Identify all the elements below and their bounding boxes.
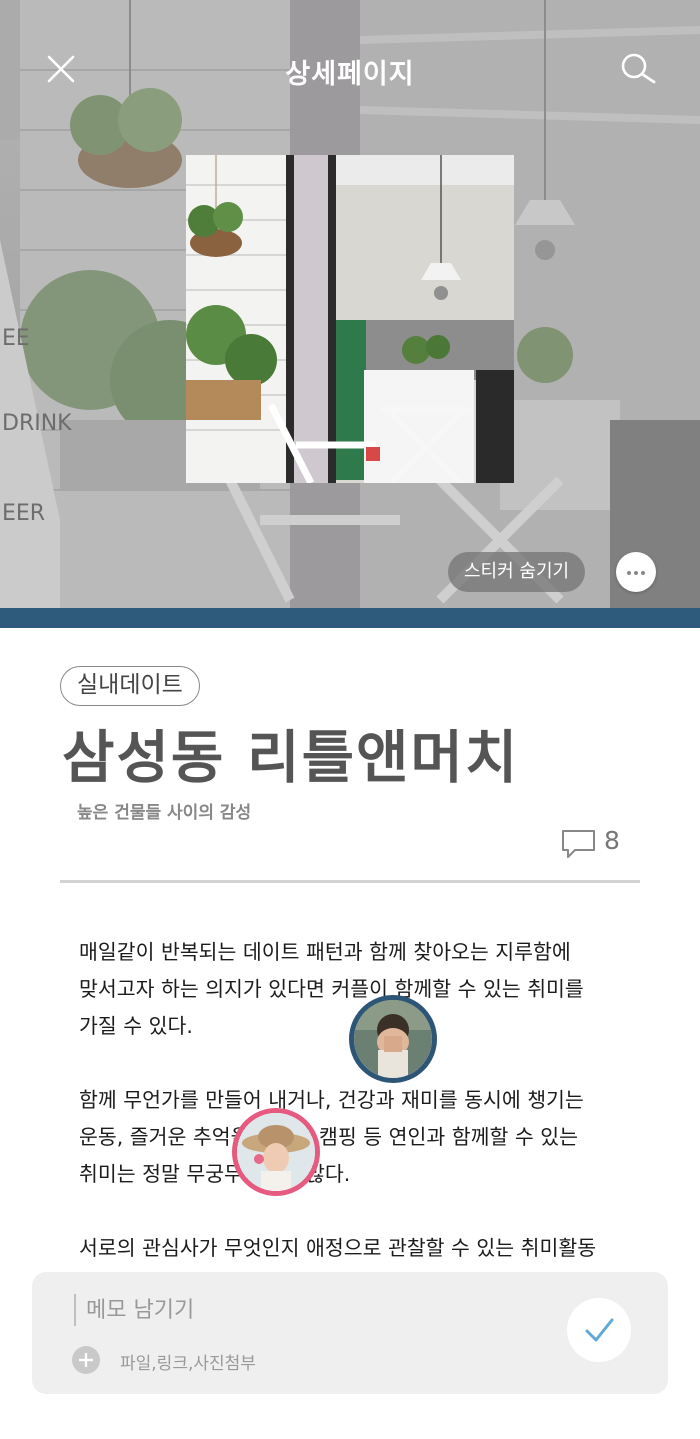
search-icon: [621, 53, 656, 84]
memo-input[interactable]: [74, 1294, 494, 1326]
plus-glyph: [79, 1353, 93, 1367]
featured-photo: [186, 155, 514, 483]
paragraph-line: 함께 무언가를 만들어 내거나, 건강과 재미를 동시에 챙기는: [79, 1088, 584, 1112]
check-icon: [585, 1318, 614, 1342]
paragraph-line: 운동, 즐거운 추억을 남겨줄 캠핑 등 연인과 함께할 수 있는: [79, 1125, 578, 1149]
submit-memo-button[interactable]: [567, 1298, 631, 1362]
more-dot: [641, 571, 645, 575]
article-body: 매일같이 반복되는 데이트 패턴과 함께 찾아오는 지루함에 맞서고자 하는 의…: [79, 934, 659, 1304]
cafe-interior-photo: [186, 155, 514, 483]
hide-stickers-button[interactable]: 스티커 숨기기: [448, 552, 586, 592]
user-avatar[interactable]: [349, 995, 437, 1083]
paragraph-line: 매일같이 반복되는 데이트 패턴과 함께 찾아오는 지루함에: [79, 940, 571, 964]
paragraph: 함께 무언가를 만들어 내거나, 건강과 재미를 동시에 챙기는 운동, 즐거운…: [79, 1082, 659, 1193]
attach-label: 파일,링크,사진첨부: [120, 1354, 256, 1374]
top-bar: 상세페이지: [0, 28, 700, 108]
comment-count: 8: [604, 826, 620, 855]
page-title: 상세페이지: [285, 59, 415, 90]
memo-panel: 파일,링크,사진첨부: [32, 1272, 668, 1394]
title-divider: [60, 880, 640, 883]
avatar-photo: [354, 1000, 432, 1078]
paragraph-line: 맞서고자 하는 의지가 있다면 커플이 함께할 수 있는 취미를: [79, 977, 584, 1001]
comment-icon: [562, 830, 595, 858]
paragraph-line: 서로의 관심사가 무엇인지 애정으로 관찰할 수 있는 취미활동: [79, 1236, 597, 1260]
search-button[interactable]: [616, 48, 660, 92]
article-subtitle: 높은 건물들 사이의 감성: [77, 803, 252, 823]
user-avatar[interactable]: [232, 1108, 320, 1196]
paragraph-line: 가질 수 있다.: [79, 1014, 193, 1038]
more-horizontal-icon: [627, 571, 631, 575]
hero-color-band: [0, 608, 700, 628]
comment-button[interactable]: 8: [560, 826, 620, 860]
hero-image: EE DRINK EER: [0, 0, 700, 610]
avatar-photo: [237, 1113, 315, 1191]
more-options-button[interactable]: [616, 552, 656, 592]
more-dot: [634, 571, 638, 575]
plus-icon: [72, 1346, 100, 1374]
paragraph: 서로의 관심사가 무엇인지 애정으로 관찰할 수 있는 취미활동: [79, 1230, 659, 1267]
article-title: 삼성동 리틀앤머치: [62, 725, 520, 791]
category-tag[interactable]: 실내데이트: [60, 666, 200, 706]
